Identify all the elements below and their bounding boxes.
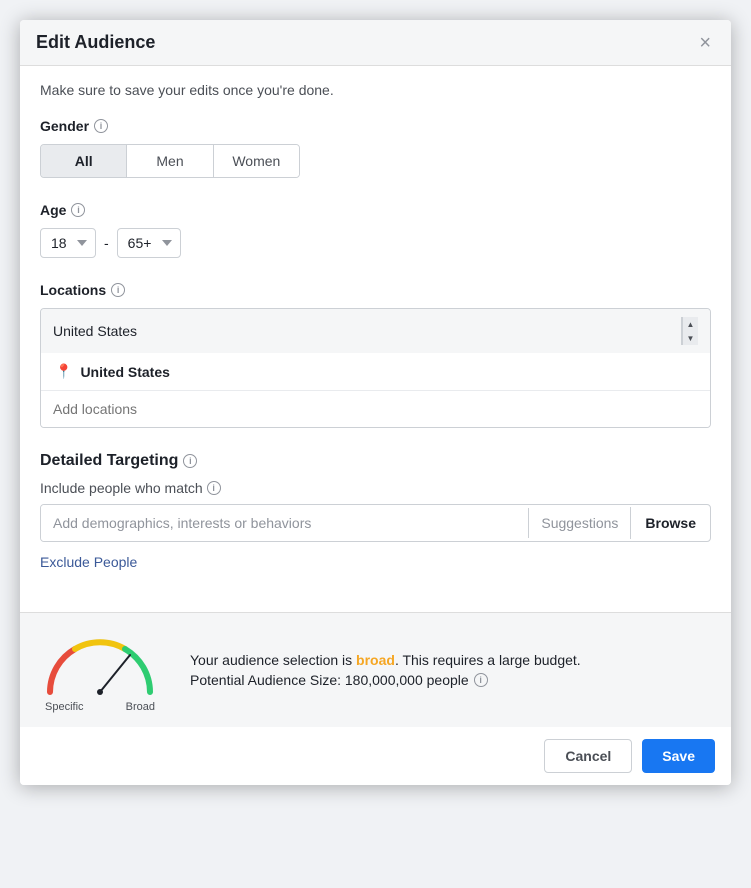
gender-label: Gender i	[40, 118, 711, 134]
suggestions-button[interactable]: Suggestions	[529, 507, 630, 539]
detailed-targeting-info-icon: i	[183, 454, 197, 468]
targeting-input[interactable]	[41, 505, 528, 541]
location-item: 📍 United States	[41, 353, 710, 391]
age-label: Age i	[40, 202, 711, 218]
locations-box: United States ▲ ▼ 📍 United States	[40, 308, 711, 428]
gauge-svg	[40, 627, 160, 697]
detailed-targeting-section: Detailed Targeting i Include people who …	[40, 452, 711, 572]
gender-info-icon: i	[94, 119, 108, 133]
scroll-up-button[interactable]: ▲	[682, 317, 698, 331]
specific-label: Specific	[45, 701, 84, 713]
locations-scrollbar: ▲ ▼	[681, 317, 698, 345]
gender-women-button[interactable]: Women	[214, 145, 299, 177]
age-section: Age i 1314151617 1819202122 2324253035 4…	[40, 202, 711, 258]
locations-header-text: United States	[53, 323, 137, 339]
modal-footer: Specific Broad Your audience selection i…	[20, 612, 731, 785]
pin-icon: 📍	[55, 363, 72, 380]
detailed-targeting-title: Detailed Targeting i	[40, 452, 711, 470]
scroll-down-button[interactable]: ▼	[682, 331, 698, 345]
cancel-button[interactable]: Cancel	[544, 739, 632, 773]
broad-label: Broad	[126, 701, 155, 713]
modal-title: Edit Audience	[36, 32, 155, 53]
audience-meter-bar: Specific Broad Your audience selection i…	[20, 613, 731, 727]
location-name: United States	[80, 364, 169, 380]
locations-section: Locations i United States ▲ ▼ 📍 United S…	[40, 282, 711, 428]
save-button[interactable]: Save	[642, 739, 715, 773]
gender-men-button[interactable]: Men	[127, 145, 213, 177]
broad-word: broad	[356, 652, 395, 668]
audience-selection-text: Your audience selection is broad. This r…	[190, 652, 711, 668]
include-label: Include people who match i	[40, 480, 711, 496]
modal-body: Make sure to save your edits once you're…	[20, 66, 731, 612]
age-separator: -	[104, 235, 109, 251]
targeting-input-row: Suggestions Browse	[40, 504, 711, 542]
gender-all-button[interactable]: All	[41, 145, 127, 177]
locations-info-icon: i	[111, 283, 125, 297]
age-info-icon: i	[71, 203, 85, 217]
gender-section: Gender i All Men Women	[40, 118, 711, 178]
browse-button[interactable]: Browse	[630, 507, 710, 539]
include-info-icon: i	[207, 481, 221, 495]
gender-button-group: All Men Women	[40, 144, 300, 178]
gauge-container: Specific Broad	[40, 627, 160, 713]
potential-size-text: Potential Audience Size: 180,000,000 peo…	[190, 672, 711, 688]
age-min-select[interactable]: 1314151617 1819202122 2324253035 4045505…	[40, 228, 96, 258]
locations-label: Locations i	[40, 282, 711, 298]
close-button[interactable]: ×	[695, 33, 715, 53]
exclude-people-link[interactable]: Exclude People	[40, 554, 137, 570]
age-row: 1314151617 1819202122 2324253035 4045505…	[40, 228, 711, 258]
modal-header: Edit Audience ×	[20, 20, 731, 66]
add-locations-input[interactable]	[41, 391, 710, 427]
gauge-labels: Specific Broad	[45, 701, 155, 713]
potential-info-icon: i	[474, 673, 488, 687]
age-max-select[interactable]: 1819202122 2324253035 4045505560 65+	[117, 228, 181, 258]
footer-actions: Cancel Save	[20, 727, 731, 785]
audience-info: Your audience selection is broad. This r…	[190, 652, 711, 688]
notice-text: Make sure to save your edits once you're…	[40, 82, 711, 98]
locations-header: United States ▲ ▼	[41, 309, 710, 353]
edit-audience-modal: Edit Audience × Make sure to save your e…	[20, 20, 731, 785]
